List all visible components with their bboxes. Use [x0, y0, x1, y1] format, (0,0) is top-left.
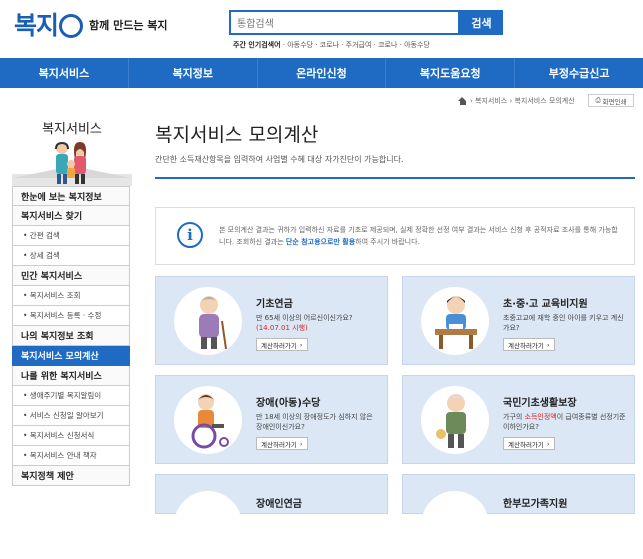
card-desc-highlight: 소득인정액 [524, 413, 557, 421]
nav-online-apply[interactable]: 온라인신청 [258, 58, 387, 88]
sidebar-item-apply-date[interactable]: • 서비스 신청일 알아보기 [12, 406, 130, 426]
search-box [229, 10, 460, 35]
card-education-support[interactable]: 초·중·고 교육비지원 초중고교에 재학 중인 아이를 키우고 계신가요? 계산… [402, 276, 635, 365]
nav-welfare-service[interactable]: 복지서비스 [0, 58, 129, 88]
sidebar-item-simple-search[interactable]: • 간편 검색 [12, 226, 130, 246]
card-title: 기초연금 [256, 299, 293, 310]
search-input[interactable] [231, 14, 458, 35]
student-at-desk-icon [435, 296, 477, 349]
popular-keywords: 주간 인기검색어 · 아동수당 · 코로나 · 주거급여 · 코로나 · 아동수… [233, 40, 430, 50]
card-desc-text: 가구의 [503, 413, 525, 421]
site-logo[interactable]: 복지 함께 만드는 복지 [14, 6, 168, 42]
card-disability-allowance[interactable]: 장애(아동)수당 만 18세 이상의 장애정도가 심하지 않은 장애인이신가요?… [155, 375, 388, 464]
card-title: 장애인연금 [256, 499, 302, 510]
arrow-right-icon: › [299, 340, 303, 349]
elderly-woman-icon [199, 296, 227, 350]
sidebar-item-guide-book[interactable]: • 복지서비스 안내 책자 [12, 446, 130, 466]
card-illustration-circle [174, 491, 242, 559]
card-basic-livelihood[interactable]: 국민기초생활보장 가구의 소득인정액이 급여종류별 선정기준 이하인가요? 계산… [402, 375, 635, 464]
sidebar-item-overview[interactable]: 한눈에 보는 복지정보 [12, 186, 130, 206]
calculate-button[interactable]: 계산하러가기 › [256, 437, 308, 450]
sidebar-item-lifecycle-alert[interactable]: • 생애주기별 복지알림이 [12, 386, 130, 406]
logo-circle-icon [59, 14, 84, 38]
arrow-right-icon: › [299, 439, 303, 448]
card-description: 가구의 소득인정액이 급여종류별 선정기준 이하인가요? [503, 412, 628, 432]
card-title: 초·중·고 교육비지원 [503, 299, 588, 310]
calculate-button-label: 계산하러가기 [261, 341, 297, 350]
calculate-button[interactable]: 계산하러가기 › [503, 437, 555, 450]
page-title: 복지서비스 모의계산 [155, 124, 319, 146]
calculate-button-label: 계산하러가기 [508, 440, 544, 449]
popular-label: 주간 인기검색어 [233, 41, 281, 49]
calculate-button[interactable]: 계산하러가기 › [503, 338, 555, 351]
breadcrumb: › 복지서비스 › 복지서비스 모의계산 [458, 96, 575, 106]
sidebar-item-service-register[interactable]: • 복지서비스 등록 · 수정 [12, 306, 130, 326]
nav-fraud-report[interactable]: 부정수급신고 [515, 58, 643, 88]
card-title: 장애(아동)수당 [256, 398, 321, 409]
title-divider [155, 177, 635, 179]
calculate-button[interactable]: 계산하러가기 › [256, 338, 308, 351]
home-icon[interactable] [458, 97, 467, 105]
arrow-right-icon: › [546, 439, 550, 448]
search-button[interactable]: 검색 [460, 10, 503, 35]
sidebar-item-for-me[interactable]: 나를 위한 복지서비스 [12, 366, 130, 386]
card-description: 만 65세 이상의 어르신이신가요? (14.07.01 시행) [256, 313, 381, 333]
notice-highlight: 단순 참고용으로만 활용 [285, 238, 356, 246]
sidebar-item-detail-search[interactable]: • 상세 검색 [12, 246, 130, 266]
nav-welfare-info[interactable]: 복지정보 [129, 58, 258, 88]
card-title: 국민기초생활보장 [503, 398, 577, 409]
logo-slogan: 함께 만드는 복지 [89, 19, 168, 32]
notice-text-part2: 하여 주시기 바랍니다. [355, 238, 420, 246]
print-button[interactable]: ⎙ 화면인쇄 [588, 94, 634, 107]
sidebar-menu: 한눈에 보는 복지정보 복지서비스 찾기 • 간편 검색 • 상세 검색 민간 … [12, 186, 130, 486]
sidebar-item-private-service[interactable]: 민간 복지서비스 [12, 266, 130, 286]
card-desc-note: (14.07.01 시행) [256, 324, 308, 332]
calculate-button-label: 계산하러가기 [261, 440, 297, 449]
sidebar-item-apply-forms[interactable]: • 복지서비스 신청서식 [12, 426, 130, 446]
card-disability-pension[interactable]: 장애인연금 [155, 474, 388, 559]
nav-help-request[interactable]: 복지도움요청 [386, 58, 516, 88]
sidebar-item-service-lookup[interactable]: • 복지서비스 조회 [12, 286, 130, 306]
arrow-right-icon: › [546, 340, 550, 349]
card-description: 만 18세 이상의 장애정도가 심하지 않은 장애인이신가요? [256, 413, 373, 431]
info-icon: i [177, 222, 203, 248]
print-label: 화면인쇄 [602, 97, 627, 106]
sidebar-item-simulation[interactable]: 복지서비스 모의계산 [12, 346, 130, 366]
sidebar-item-find-service[interactable]: 복지서비스 찾기 [12, 206, 130, 226]
card-description: 초중고교에 재학 중인 아이를 키우고 계신가요? [503, 314, 624, 332]
breadcrumb-path[interactable]: › 복지서비스 › 복지서비스 모의계산 [470, 96, 575, 106]
popular-terms[interactable]: · 아동수당 · 코로나 · 주거급여 · 코로나 · 아동수당 [283, 41, 430, 49]
card-basic-pension[interactable]: 기초연금 만 65세 이상의 어르신이신가요? (14.07.01 시행) 계산하… [155, 276, 388, 365]
card-desc-text: 만 65세 이상의 어르신이신가요? [256, 314, 353, 322]
card-single-parent-support[interactable]: 한부모가족지원 [402, 474, 635, 559]
logo-text: 복지 [14, 11, 59, 40]
sidebar-item-my-info[interactable]: 나의 복지정보 조회 [12, 326, 130, 346]
sidebar-item-policy-proposal[interactable]: 복지정책 제안 [12, 466, 130, 486]
notice-text: 본 모의계산 결과는 귀하가 입력하신 자료를 기초로 제공되며, 실제 정확한… [219, 224, 623, 248]
printer-icon: ⎙ [595, 96, 601, 104]
wheelchair-user-icon [191, 394, 229, 449]
card-title: 한부모가족지원 [503, 499, 568, 510]
family-illustration-icon [12, 142, 132, 186]
sidebar-title: 복지서비스 [12, 112, 132, 137]
card-illustration-circle [421, 491, 489, 559]
page-description: 간단한 소득재산항목을 입력하여 사업별 수혜 대상 자가진단이 가능합니다. [155, 155, 404, 164]
main-nav: 복지서비스 복지정보 온라인신청 복지도움요청 부정수급신고 [0, 58, 643, 88]
elderly-man-icon [436, 394, 466, 448]
calculate-button-label: 계산하러가기 [508, 341, 544, 350]
